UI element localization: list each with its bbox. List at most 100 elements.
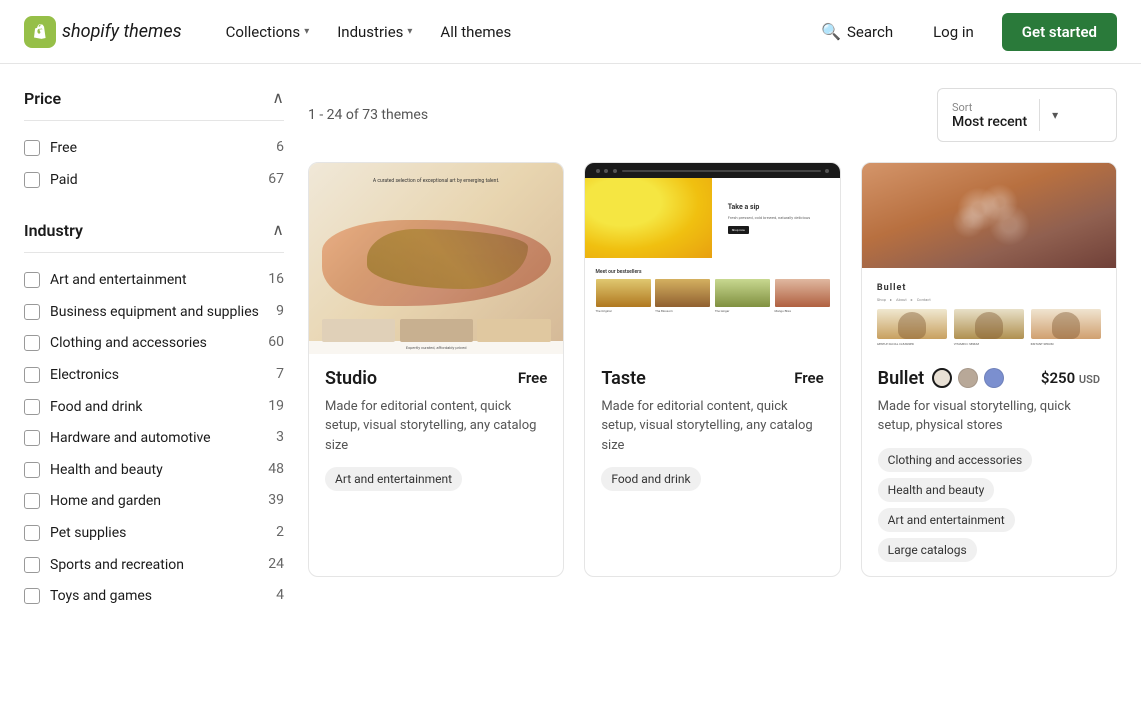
logo[interactable]: shopify themes — [24, 16, 182, 48]
studio-info: Studio Free Made for editorial content, … — [309, 354, 563, 506]
search-button[interactable]: 🔍 Search — [809, 14, 905, 49]
bullet-swatch-1[interactable] — [958, 368, 978, 388]
collections-chevron-icon: ▾ — [304, 26, 309, 37]
bullet-bottom-section: Bullet Shop▸About▸Contact GENTLE FACIAL … — [862, 268, 1116, 354]
industry-item-4[interactable]: Food and drink 19 — [24, 392, 284, 424]
studio-bottom-bar: Expertly curated, affordably priced — [309, 341, 563, 354]
industry-filter-toggle[interactable]: ∧ — [272, 220, 284, 240]
studio-preview-image: A curated selection of exceptional art b… — [309, 163, 563, 354]
bullet-price: $250 USD — [1041, 369, 1100, 387]
industry-count-8: 2 — [276, 524, 284, 540]
bullet-description: Made for visual storytelling, quick setu… — [878, 397, 1100, 436]
industry-label-3: Electronics — [50, 366, 266, 386]
industry-item-10[interactable]: Toys and games 4 — [24, 581, 284, 613]
industry-label-10: Toys and games — [50, 587, 266, 607]
nav-industries[interactable]: Industries ▾ — [325, 15, 424, 49]
industry-count-7: 39 — [268, 492, 284, 508]
sort-divider — [1039, 99, 1040, 131]
price-free-item[interactable]: Free 6 — [24, 133, 284, 165]
taste-tag-0: Food and drink — [601, 467, 700, 491]
industry-count-9: 24 — [268, 556, 284, 572]
industry-checkbox-1[interactable] — [24, 304, 40, 320]
industry-count-2: 60 — [268, 334, 284, 350]
results-count: 1 - 24 of 73 themes — [308, 107, 428, 123]
industry-item-8[interactable]: Pet supplies 2 — [24, 518, 284, 550]
bullet-tag-0: Clothing and accessories — [878, 448, 1033, 472]
taste-name-row: Taste Free — [601, 368, 823, 389]
industry-checkbox-8[interactable] — [24, 525, 40, 541]
studio-thumbnails — [322, 319, 551, 342]
industry-checkbox-7[interactable] — [24, 493, 40, 509]
price-filter-toggle[interactable]: ∧ — [272, 88, 284, 108]
studio-name-row: Studio Free — [325, 368, 547, 389]
studio-price: Free — [518, 369, 547, 387]
bullet-info: Bullet $250 USD Made for visual storytel… — [862, 354, 1116, 576]
industry-items: Art and entertainment 16 Business equipm… — [24, 265, 284, 613]
industry-item-0[interactable]: Art and entertainment 16 — [24, 265, 284, 297]
industry-checkbox-5[interactable] — [24, 430, 40, 446]
industry-checkbox-0[interactable] — [24, 272, 40, 288]
industry-checkbox-9[interactable] — [24, 557, 40, 573]
taste-hero-text: Take a sip Fresh pressed, cold brewed, n… — [712, 178, 839, 258]
industry-count-5: 3 — [276, 429, 284, 445]
industry-item-9[interactable]: Sports and recreation 24 — [24, 550, 284, 582]
studio-description: Made for editorial content, quick setup,… — [325, 397, 547, 456]
theme-card-bullet[interactable]: Bullet Shop▸About▸Contact GENTLE FACIAL … — [861, 162, 1117, 577]
nav-collections[interactable]: Collections ▾ — [214, 15, 322, 49]
industry-label-2: Clothing and accessories — [50, 334, 258, 354]
price-free-count: 6 — [276, 139, 284, 155]
bullet-name: Bullet — [878, 368, 925, 389]
sort-chevron-icon: ▾ — [1052, 108, 1058, 122]
price-filter-header: Price ∧ — [24, 88, 284, 121]
industry-item-5[interactable]: Hardware and automotive 3 — [24, 423, 284, 455]
industry-item-2[interactable]: Clothing and accessories 60 — [24, 328, 284, 360]
login-button[interactable]: Log in — [921, 15, 986, 49]
industry-label-6: Health and beauty — [50, 461, 258, 481]
price-paid-checkbox[interactable] — [24, 172, 40, 188]
industry-checkbox-10[interactable] — [24, 588, 40, 604]
industry-label-0: Art and entertainment — [50, 271, 258, 291]
taste-price: Free — [794, 369, 823, 387]
studio-preview-visual: A curated selection of exceptional art b… — [309, 163, 563, 354]
industry-label-8: Pet supplies — [50, 524, 266, 544]
bullet-swatch-2[interactable] — [984, 368, 1004, 388]
industry-label-9: Sports and recreation — [50, 556, 258, 576]
bullet-preview-image: Bullet Shop▸About▸Contact GENTLE FACIAL … — [862, 163, 1116, 354]
taste-info: Taste Free Made for editorial content, q… — [585, 354, 839, 506]
price-paid-item[interactable]: Paid 67 — [24, 165, 284, 197]
search-icon: 🔍 — [821, 22, 841, 41]
industry-checkbox-2[interactable] — [24, 335, 40, 351]
industry-item-1[interactable]: Business equipment and supplies 9 — [24, 297, 284, 329]
taste-tags: Food and drink — [601, 467, 823, 491]
bullet-swatch-0[interactable] — [932, 368, 952, 388]
industry-checkbox-3[interactable] — [24, 367, 40, 383]
industry-checkbox-4[interactable] — [24, 399, 40, 415]
content-header: 1 - 24 of 73 themes Sort Most recent ▾ — [308, 88, 1117, 142]
industry-checkbox-6[interactable] — [24, 462, 40, 478]
taste-hero: Take a sip Fresh pressed, cold brewed, n… — [585, 178, 839, 258]
nav-all-themes[interactable]: All themes — [428, 15, 523, 49]
bullet-name-row: Bullet $250 USD — [878, 368, 1100, 389]
sort-dropdown[interactable]: Sort Most recent ▾ — [937, 88, 1117, 142]
industry-count-10: 4 — [276, 587, 284, 603]
taste-description: Made for editorial content, quick setup,… — [601, 397, 823, 456]
studio-tags: Art and entertainment — [325, 467, 547, 491]
industry-count-1: 9 — [276, 303, 284, 319]
get-started-button[interactable]: Get started — [1002, 13, 1117, 51]
theme-card-studio[interactable]: A curated selection of exceptional art b… — [308, 162, 564, 577]
bullet-tag-1: Health and beauty — [878, 478, 995, 502]
taste-name: Taste — [601, 368, 645, 389]
bullet-preview-visual: Bullet Shop▸About▸Contact GENTLE FACIAL … — [862, 163, 1116, 354]
industry-item-6[interactable]: Health and beauty 48 — [24, 455, 284, 487]
industry-count-0: 16 — [268, 271, 284, 287]
industry-item-7[interactable]: Home and garden 39 — [24, 486, 284, 518]
taste-hero-image — [585, 178, 712, 258]
bullet-products-grid: GENTLE FACIAL CLEANSER VITAMIN C SERUM I… — [877, 309, 1101, 346]
bullet-tag-3: Large catalogs — [878, 538, 977, 562]
price-filter-title: Price — [24, 89, 61, 108]
price-free-checkbox[interactable] — [24, 140, 40, 156]
taste-preview-visual: Take a sip Fresh pressed, cold brewed, n… — [585, 163, 839, 354]
industry-item-3[interactable]: Electronics 7 — [24, 360, 284, 392]
theme-card-taste[interactable]: Take a sip Fresh pressed, cold brewed, n… — [584, 162, 840, 577]
header: shopify themes Collections ▾ Industries … — [0, 0, 1141, 64]
